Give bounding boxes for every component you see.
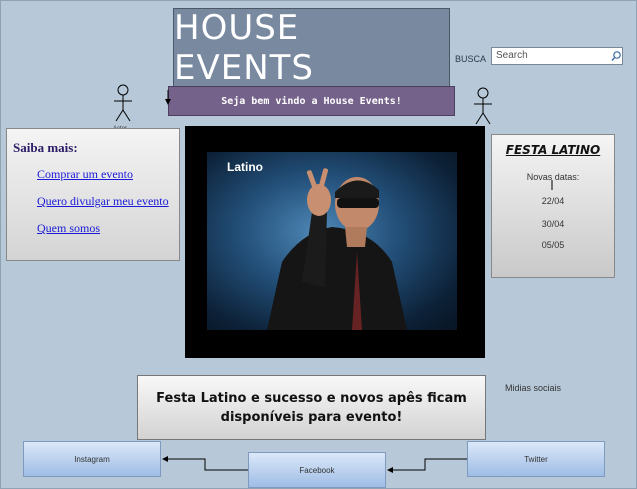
news-line-1: Festa Latino e sucesso e novos apês fica… xyxy=(156,390,467,406)
actor-figure-right xyxy=(474,87,492,125)
artist-figure xyxy=(267,168,407,330)
instagram-button[interactable]: Instagram xyxy=(23,441,161,477)
novas-datas-label: Novas datas: xyxy=(526,172,580,182)
welcome-banner: Seja bem vindo a House Events! xyxy=(168,86,455,116)
festa-latino-panel: FESTA LATINO Novas datas: 22/04 30/04 05… xyxy=(491,134,615,278)
twitter-button[interactable]: Twitter xyxy=(467,441,605,477)
date-item: 05/05 xyxy=(541,240,565,250)
video-title-overlay: Latino xyxy=(227,160,263,174)
news-banner: Festa Latino e sucesso e novos apês fica… xyxy=(137,375,486,440)
site-title: HOUSE EVENTS xyxy=(173,8,450,88)
link-comprar-evento[interactable]: Comprar um evento xyxy=(37,167,133,182)
search-input[interactable]: Search xyxy=(491,47,623,65)
saiba-mais-heading: Saiba mais: xyxy=(13,140,78,155)
artist-photo xyxy=(207,152,457,330)
news-line-2: disponíveis para evento! xyxy=(220,409,403,425)
social-heading: Midias sociais xyxy=(505,383,562,393)
festa-title: FESTA LATINO xyxy=(505,143,601,157)
date-item: 30/04 xyxy=(541,219,565,229)
facebook-button[interactable]: Facebook xyxy=(248,452,386,488)
search-label: BUSCA xyxy=(455,54,487,64)
link-quem-somos[interactable]: Quem somos xyxy=(37,221,100,236)
date-item: 22/04 xyxy=(541,196,565,206)
search-icon[interactable] xyxy=(610,50,622,62)
link-divulgar-evento[interactable]: Quero divulgar meu evento xyxy=(37,194,169,209)
actor-figure-left xyxy=(114,84,132,122)
saiba-mais-panel: Saiba mais: Comprar um evento Quero divu… xyxy=(6,128,180,261)
